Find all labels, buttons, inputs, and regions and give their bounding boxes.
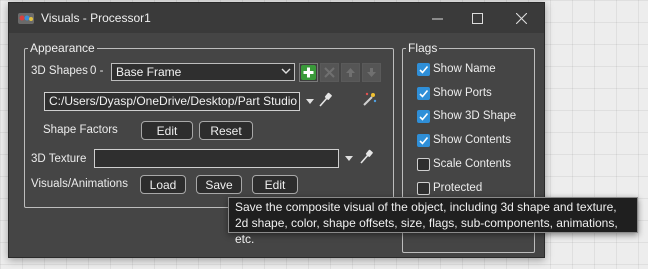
save-tooltip: Save the composite visual of the object,…: [228, 197, 638, 246]
checkbox-unchecked[interactable]: [417, 181, 430, 195]
shape-factors-label: Shape Factors: [43, 124, 118, 136]
flag-row[interactable]: Scale Contents: [417, 157, 532, 173]
checkbox-checked[interactable]: [417, 134, 430, 148]
texture-dropdown-icon[interactable]: [345, 156, 353, 161]
eyedropper-icon[interactable]: [318, 92, 332, 108]
texture-eyedropper-icon[interactable]: [359, 149, 373, 165]
flags-legend: Flags: [406, 41, 440, 55]
shape-file-path-value: C:/Users/Dyasp/OneDrive/Desktop/Part Stu…: [49, 94, 300, 108]
app-icon: [18, 13, 34, 24]
flag-label: Scale Contents: [433, 157, 511, 170]
visuals-animations-label: Visuals/Animations: [31, 178, 128, 190]
shape-toolbar: [299, 63, 383, 82]
load-button[interactable]: Load: [140, 175, 186, 194]
flag-row[interactable]: Show 3D Shape: [417, 109, 532, 125]
checkbox-checked[interactable]: [417, 110, 430, 124]
title-bar[interactable]: Visuals - Processor1: [9, 3, 544, 33]
magic-wand-icon[interactable]: [361, 91, 377, 107]
add-shape-button[interactable]: [299, 63, 318, 82]
appearance-group: Appearance 3D Shapes 0 - Base Frame C:/U…: [24, 41, 394, 208]
checkmark-icon: [419, 89, 429, 98]
shape-select[interactable]: Base Frame: [111, 63, 295, 81]
shape-factors-edit-button[interactable]: Edit: [141, 121, 193, 140]
flag-label: Show 3D Shape: [433, 110, 517, 123]
arrow-down-icon: [367, 68, 376, 77]
maximize-icon: [471, 12, 483, 24]
close-button[interactable]: [499, 3, 543, 33]
flag-row[interactable]: Show Ports: [417, 86, 532, 102]
shape-file-path[interactable]: C:/Users/Dyasp/OneDrive/Desktop/Part Stu…: [44, 92, 300, 111]
visuals-edit-button[interactable]: Edit: [252, 175, 298, 194]
texture-label: 3D Texture: [31, 153, 87, 165]
chevron-down-icon: [281, 68, 291, 74]
texture-input[interactable]: [94, 149, 339, 168]
remove-shape-button[interactable]: [320, 63, 339, 82]
flag-label: Show Ports: [433, 86, 492, 99]
flag-row[interactable]: Protected: [417, 181, 532, 197]
file-dropdown-icon[interactable]: [306, 99, 314, 104]
checkbox-checked[interactable]: [417, 63, 430, 76]
arrow-up-icon: [346, 68, 355, 77]
window-title: Visuals - Processor1: [41, 11, 151, 25]
checkbox-unchecked[interactable]: [417, 157, 430, 171]
move-up-button[interactable]: [341, 63, 360, 82]
flag-row[interactable]: Show Name: [417, 62, 532, 78]
appearance-legend: Appearance: [28, 41, 97, 55]
save-button[interactable]: Save: [196, 175, 242, 194]
flag-label: Show Contents: [433, 134, 511, 147]
plus-icon: [301, 65, 316, 80]
remove-icon: [324, 67, 335, 78]
tooltip-line-2: 2d shape, color, shape offsets, size, fl…: [235, 216, 618, 246]
close-icon: [515, 12, 527, 24]
flag-row[interactable]: Show Contents: [417, 133, 532, 149]
minimize-button[interactable]: [415, 3, 459, 33]
checkbox-checked[interactable]: [417, 86, 430, 100]
shape-factors-reset-button[interactable]: Reset: [199, 121, 253, 140]
shapes-label: 3D Shapes: [31, 65, 88, 77]
maximize-button[interactable]: [455, 3, 499, 33]
flag-label: Show Name: [433, 63, 496, 75]
shape-index: 0 -: [90, 65, 104, 77]
tooltip-line-1: Save the composite visual of the object,…: [235, 200, 617, 214]
checkmark-icon: [419, 113, 429, 122]
minimize-icon: [431, 18, 443, 19]
shape-select-value: Base Frame: [116, 65, 182, 79]
checkmark-icon: [419, 137, 429, 145]
flag-label: Protected: [433, 181, 483, 194]
move-down-button[interactable]: [362, 63, 381, 82]
checkmark-icon: [419, 65, 429, 74]
